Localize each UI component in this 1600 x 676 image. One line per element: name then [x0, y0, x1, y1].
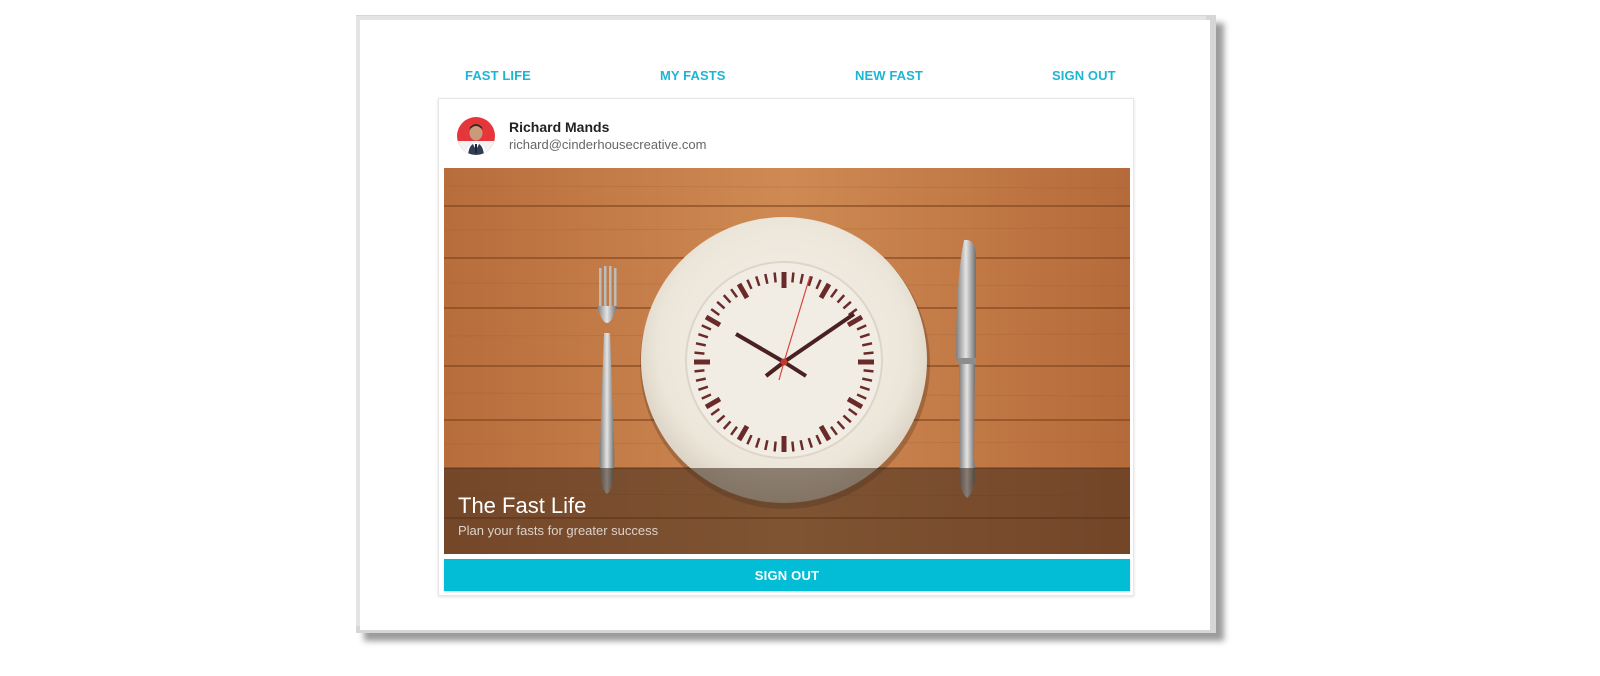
top-nav: FAST LIFE MY FASTS NEW FAST SIGN OUT: [360, 68, 1210, 92]
user-photo-icon: [457, 117, 495, 155]
user-email: richard@cinderhousecreative.com: [509, 137, 707, 152]
clock-tick: [791, 441, 795, 452]
hero-image: The Fast Life Plan your fasts for greate…: [444, 168, 1130, 554]
clock-tick: [863, 351, 874, 355]
nav-item-my-fasts[interactable]: MY FASTS: [660, 68, 726, 83]
sign-out-button[interactable]: SIGN OUT: [444, 559, 1130, 591]
user-name: Richard Mands: [509, 119, 610, 135]
hero-title: The Fast Life: [458, 493, 587, 518]
profile-card: Richard Mands richard@cinderhousecreativ…: [438, 98, 1134, 596]
clock-tick: [694, 351, 705, 355]
avatar: [457, 117, 495, 155]
clock-tick: [791, 272, 795, 283]
nav-item-fast-life[interactable]: FAST LIFE: [465, 68, 531, 83]
hero-subtitle: Plan your fasts for greater success: [458, 523, 659, 538]
app-window: FAST LIFE MY FASTS NEW FAST SIGN OUT Ric…: [360, 20, 1210, 630]
nav-item-new-fast[interactable]: NEW FAST: [855, 68, 923, 83]
clock-tick: [773, 441, 777, 452]
clock-tick: [863, 369, 874, 373]
nav-item-sign-out[interactable]: SIGN OUT: [1052, 68, 1116, 83]
clock-tick: [773, 272, 777, 283]
clock-tick: [694, 369, 705, 373]
